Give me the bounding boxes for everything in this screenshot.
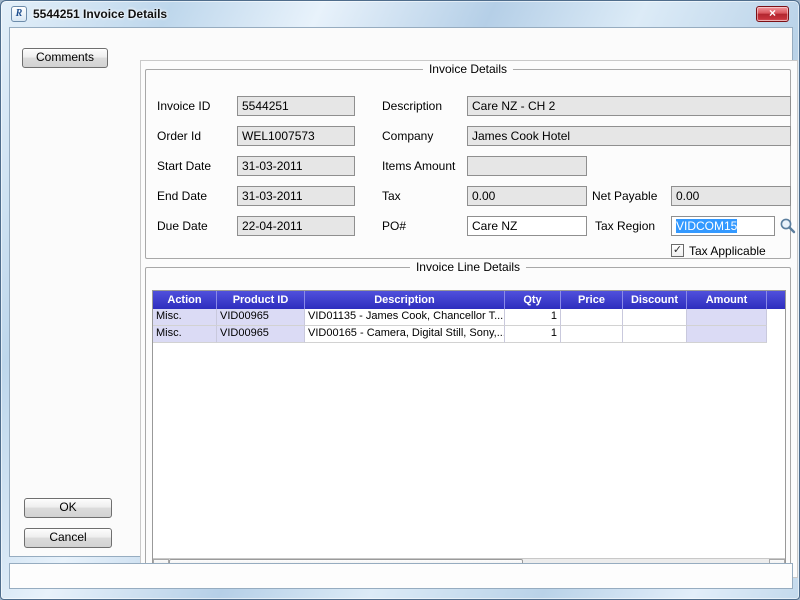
items-amount-field [467,156,587,176]
cell-amount[interactable] [687,309,767,326]
invoice-details-group: Invoice Details Invoice ID 5544251 Order… [145,69,791,259]
main-panel: Invoice Details Invoice ID 5544251 Order… [140,60,798,578]
col-header-action: Action [153,291,217,309]
cancel-button[interactable]: Cancel [24,528,112,548]
col-header-product-id: Product ID [217,291,305,309]
search-icon[interactable] [779,217,796,234]
tax-label: Tax [382,186,401,206]
titlebar[interactable]: R 5544251 Invoice Details [1,1,799,27]
net-payable-field: 0.00 [671,186,791,206]
company-label: Company [382,126,433,146]
cell-qty[interactable]: 1 [505,326,561,343]
col-header-discount: Discount [623,291,687,309]
grid-header-row: Action Product ID Description Qty Price … [153,291,785,309]
cell-price[interactable] [561,309,623,326]
line-items-grid: Action Product ID Description Qty Price … [152,290,786,574]
col-header-qty: Qty [505,291,561,309]
invoice-id-field: 5544251 [237,96,355,116]
check-icon: ✓ [673,244,682,256]
end-date-label: End Date [157,186,207,206]
cell-filler [767,309,785,326]
close-button[interactable]: × [756,6,789,22]
cell-price[interactable] [561,326,623,343]
tax-applicable-checkbox[interactable]: ✓ [671,244,684,257]
window-title: 5544251 Invoice Details [33,7,167,21]
due-date-field: 22-04-2011 [237,216,355,236]
tax-region-label: Tax Region [595,216,655,236]
cell-description[interactable]: VID01135 - James Cook, Chancellor T... [305,309,505,326]
company-field: James Cook Hotel [467,126,791,146]
cell-amount[interactable] [687,326,767,343]
col-header-price: Price [561,291,623,309]
cell-qty[interactable]: 1 [505,309,561,326]
ok-button[interactable]: OK [24,498,112,518]
close-icon: × [769,6,776,20]
tax-region-selected-text: VIDCOM15 [676,219,737,233]
end-date-field: 31-03-2011 [237,186,355,206]
order-id-label: Order Id [157,126,201,146]
table-row[interactable]: Misc. VID00965 VID01135 - James Cook, Ch… [153,309,785,326]
order-id-field: WEL1007573 [237,126,355,146]
tax-applicable-label: Tax Applicable [689,241,766,261]
table-row[interactable]: Misc. VID00965 VID00165 - Camera, Digita… [153,326,785,343]
items-amount-label: Items Amount [382,156,455,176]
cell-description[interactable]: VID00165 - Camera, Digital Still, Sony,.… [305,326,505,343]
cell-product-id[interactable]: VID00965 [217,326,305,343]
col-header-filler [767,291,785,309]
po-input[interactable]: Care NZ [467,216,587,236]
cell-filler [767,326,785,343]
cell-action[interactable]: Misc. [153,309,217,326]
col-header-description: Description [305,291,505,309]
net-payable-label: Net Payable [592,186,657,206]
description-label: Description [382,96,442,116]
description-field: Care NZ - CH 2 [467,96,791,116]
start-date-label: Start Date [157,156,211,176]
invoice-id-label: Invoice ID [157,96,210,116]
tax-region-input[interactable]: VIDCOM15 [671,216,775,236]
due-date-label: Due Date [157,216,208,236]
app-icon: R [11,6,27,22]
comments-button[interactable]: Comments [22,48,108,68]
cell-action[interactable]: Misc. [153,326,217,343]
invoice-details-window: R 5544251 Invoice Details × Comments OK … [0,0,800,600]
invoice-details-group-title: Invoice Details [423,62,513,76]
tax-field: 0.00 [467,186,587,206]
po-label: PO# [382,216,406,236]
cell-discount[interactable] [623,309,687,326]
cell-discount[interactable] [623,326,687,343]
status-bar [9,563,793,589]
invoice-line-details-group-title: Invoice Line Details [410,260,526,274]
dialog-client-area: Comments OK Cancel Invoice Details Invoi… [9,27,793,557]
start-date-field: 31-03-2011 [237,156,355,176]
cell-product-id[interactable]: VID00965 [217,309,305,326]
col-header-amount: Amount [687,291,767,309]
invoice-line-details-group: Invoice Line Details Action Product ID D… [145,267,791,575]
